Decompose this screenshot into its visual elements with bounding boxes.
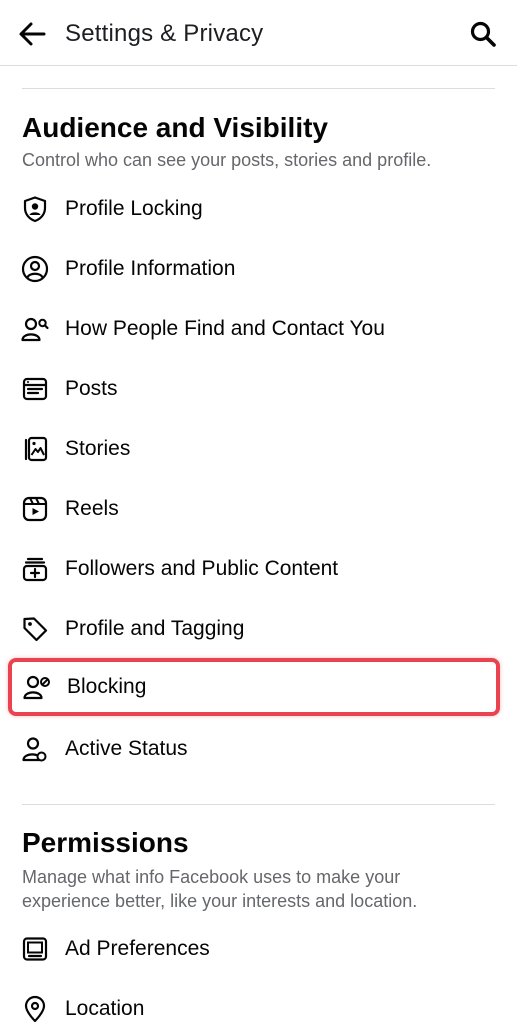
section-description-audience: Control who can see your posts, stories …: [22, 150, 432, 170]
menu-item-label: Active Status: [65, 737, 188, 760]
menu-item-label: Location: [65, 997, 145, 1020]
stories-icon: [20, 434, 50, 464]
menu-item-label: Profile Locking: [65, 197, 203, 220]
section-description-permissions: Manage what info Facebook uses to make y…: [22, 867, 418, 911]
menu-item-profile-information[interactable]: Profile Information: [8, 244, 500, 294]
menu-item-label: Profile and Tagging: [65, 617, 245, 640]
menu-item-location[interactable]: Location: [8, 984, 500, 1024]
section-title-audience: Audience and Visibility: [22, 112, 329, 143]
menu-item-label: Posts: [65, 377, 118, 400]
menu-item-label: Blocking: [67, 675, 147, 698]
menu-item-posts[interactable]: Posts: [8, 364, 500, 414]
menu-item-followers[interactable]: Followers and Public Content: [8, 544, 500, 594]
menu-item-ad-preferences[interactable]: Ad Preferences: [8, 924, 500, 974]
menu-item-label: Ad Preferences: [65, 937, 210, 960]
menu-item-stories[interactable]: Stories: [8, 424, 500, 474]
followers-icon: [20, 554, 50, 584]
post-card-icon: [20, 374, 50, 404]
page-title: Settings & Privacy: [65, 20, 264, 47]
top-app-bar: Settings & Privacy: [0, 0, 517, 66]
search-button[interactable]: [465, 16, 501, 52]
menu-item-active-status[interactable]: Active Status: [8, 724, 500, 774]
user-active-icon: [20, 734, 50, 764]
settings-privacy-screen: Settings & Privacy Audience and Visibili…: [0, 0, 517, 1024]
menu-item-reels[interactable]: Reels: [8, 484, 500, 534]
menu-item-label: Stories: [65, 437, 131, 460]
user-block-icon: [22, 672, 52, 702]
tag-icon: [20, 614, 50, 644]
back-button[interactable]: [14, 16, 50, 52]
section-divider: [22, 804, 495, 805]
menu-item-label: Reels: [65, 497, 119, 520]
shield-user-icon: [20, 194, 50, 224]
arrow-left-icon: [17, 19, 47, 49]
ad-preferences-icon: [20, 934, 50, 964]
menu-item-label: How People Find and Contact You: [65, 317, 385, 340]
menu-item-label: Followers and Public Content: [65, 557, 339, 580]
section-divider: [22, 88, 495, 89]
location-pin-icon: [20, 994, 50, 1024]
menu-item-profile-locking[interactable]: Profile Locking: [8, 184, 500, 234]
search-icon: [469, 20, 497, 48]
reels-icon: [20, 494, 50, 524]
section-title-permissions: Permissions: [22, 827, 189, 858]
menu-item-find-contact[interactable]: How People Find and Contact You: [8, 304, 500, 354]
menu-item-profile-tagging[interactable]: Profile and Tagging: [8, 604, 500, 654]
user-circle-icon: [20, 254, 50, 284]
menu-item-label: Profile Information: [65, 257, 236, 280]
user-search-icon: [20, 314, 50, 344]
menu-item-blocking[interactable]: Blocking: [8, 658, 500, 716]
